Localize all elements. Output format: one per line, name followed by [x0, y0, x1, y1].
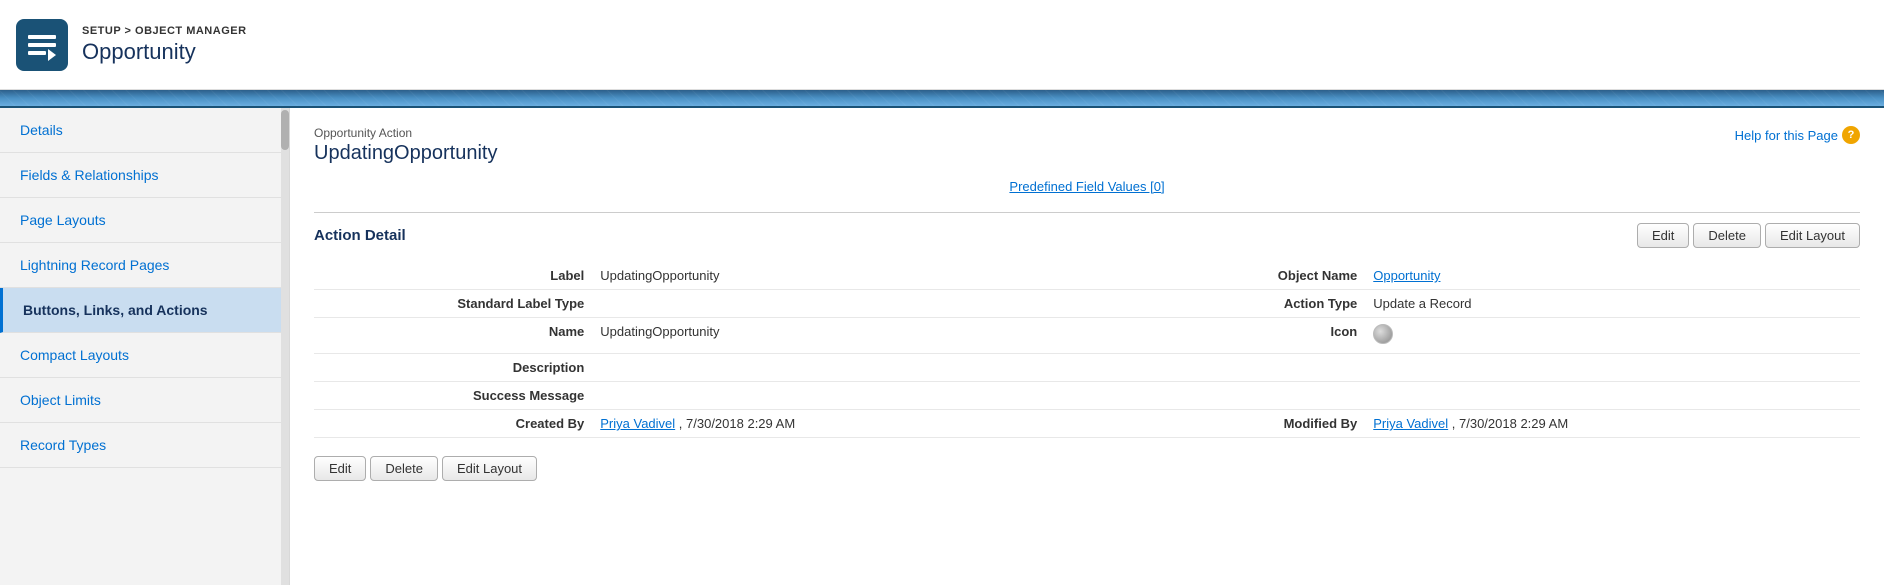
sidebar-item-compact-layouts[interactable]: Compact Layouts	[0, 333, 289, 378]
created-by-key: Created By	[314, 410, 592, 438]
standard-label-type-key: Standard Label Type	[314, 290, 592, 318]
sidebar-scrollbar[interactable]	[281, 108, 289, 585]
object-name-field-value: Opportunity	[1365, 262, 1860, 290]
action-type-key: Action Type	[1087, 290, 1365, 318]
modified-by-link[interactable]: Priya Vadivel	[1373, 416, 1448, 431]
sidebar-item-fields-relationships[interactable]: Fields & Relationships	[0, 153, 289, 198]
action-icon	[1373, 324, 1393, 344]
created-by-link[interactable]: Priya Vadivel	[600, 416, 675, 431]
header-text: SETUP > OBJECT MANAGER Opportunity	[82, 25, 247, 65]
name-row: Name UpdatingOpportunity Icon	[314, 318, 1860, 354]
sidebar-item-buttons-links-actions[interactable]: Buttons, Links, and Actions	[0, 288, 289, 333]
predefined-field-values: Predefined Field Values [0]	[314, 179, 1860, 194]
help-icon: ?	[1842, 126, 1860, 144]
description-value	[592, 354, 1087, 382]
modified-by-date: , 7/30/2018 2:29 AM	[1452, 416, 1568, 431]
sidebar-item-details[interactable]: Details	[0, 108, 289, 153]
sidebar-item-lightning-record-pages[interactable]: Lightning Record Pages	[0, 243, 289, 288]
delete-button-bottom[interactable]: Delete	[370, 456, 438, 481]
success-message-key: Success Message	[314, 382, 592, 410]
description-key: Description	[314, 354, 592, 382]
standard-label-type-value	[592, 290, 1087, 318]
sidebar-item-page-layouts[interactable]: Page Layouts	[0, 198, 289, 243]
modified-by-key: Modified By	[1087, 410, 1365, 438]
created-by-date: , 7/30/2018 2:29 AM	[679, 416, 795, 431]
main-content: Help for this Page ? Opportunity Action …	[290, 108, 1884, 585]
action-type-value: Update a Record	[1365, 290, 1860, 318]
success-message-row: Success Message	[314, 382, 1860, 410]
empty-value-1	[1365, 354, 1860, 382]
icon-field-key: Icon	[1087, 318, 1365, 354]
predefined-field-values-link[interactable]: Predefined Field Values [0]	[1009, 179, 1164, 194]
decorative-stripe	[0, 90, 1884, 108]
empty-value-2	[1365, 382, 1860, 410]
help-link-label: Help for this Page	[1735, 128, 1838, 143]
action-label: Opportunity Action	[314, 126, 1860, 140]
name-field-key: Name	[314, 318, 592, 354]
breadcrumb: SETUP > OBJECT MANAGER	[82, 25, 247, 37]
label-field-value: UpdatingOpportunity	[592, 262, 1087, 290]
sidebar-item-record-types[interactable]: Record Types	[0, 423, 289, 468]
object-name-link[interactable]: Opportunity	[1373, 268, 1440, 283]
action-detail-section-header: Action Detail Edit Delete Edit Layout	[314, 212, 1860, 248]
created-modified-row: Created By Priya Vadivel , 7/30/2018 2:2…	[314, 410, 1860, 438]
created-by-value: Priya Vadivel , 7/30/2018 2:29 AM	[592, 410, 1087, 438]
modified-by-value: Priya Vadivel , 7/30/2018 2:29 AM	[1365, 410, 1860, 438]
sidebar-scroll-thumb[interactable]	[281, 110, 289, 150]
detail-table: Label UpdatingOpportunity Object Name Op…	[314, 262, 1860, 438]
section-title: Action Detail	[314, 227, 1637, 244]
object-name-field-key: Object Name	[1087, 262, 1365, 290]
empty-key-1	[1087, 354, 1365, 382]
label-field-key: Label	[314, 262, 592, 290]
main-container: Details Fields & Relationships Page Layo…	[0, 108, 1884, 585]
page-header: SETUP > OBJECT MANAGER Opportunity	[0, 0, 1884, 90]
edit-layout-button-top[interactable]: Edit Layout	[1765, 223, 1860, 248]
icon-field-value	[1365, 318, 1860, 354]
action-buttons-bottom: Edit Delete Edit Layout	[314, 456, 1860, 481]
action-buttons-top: Edit Delete Edit Layout	[1637, 223, 1860, 248]
edit-layout-button-bottom[interactable]: Edit Layout	[442, 456, 537, 481]
name-field-value: UpdatingOpportunity	[592, 318, 1087, 354]
help-link[interactable]: Help for this Page ?	[1735, 126, 1860, 144]
standard-label-type-row: Standard Label Type Action Type Update a…	[314, 290, 1860, 318]
delete-button-top[interactable]: Delete	[1693, 223, 1761, 248]
sidebar-item-object-limits[interactable]: Object Limits	[0, 378, 289, 423]
sidebar: Details Fields & Relationships Page Layo…	[0, 108, 290, 585]
app-icon	[16, 19, 68, 71]
empty-key-2	[1087, 382, 1365, 410]
action-title: UpdatingOpportunity	[314, 142, 1860, 165]
success-message-value	[592, 382, 1087, 410]
edit-button-top[interactable]: Edit	[1637, 223, 1689, 248]
edit-button-bottom[interactable]: Edit	[314, 456, 366, 481]
page-title: Opportunity	[82, 39, 247, 65]
label-row: Label UpdatingOpportunity Object Name Op…	[314, 262, 1860, 290]
description-row: Description	[314, 354, 1860, 382]
